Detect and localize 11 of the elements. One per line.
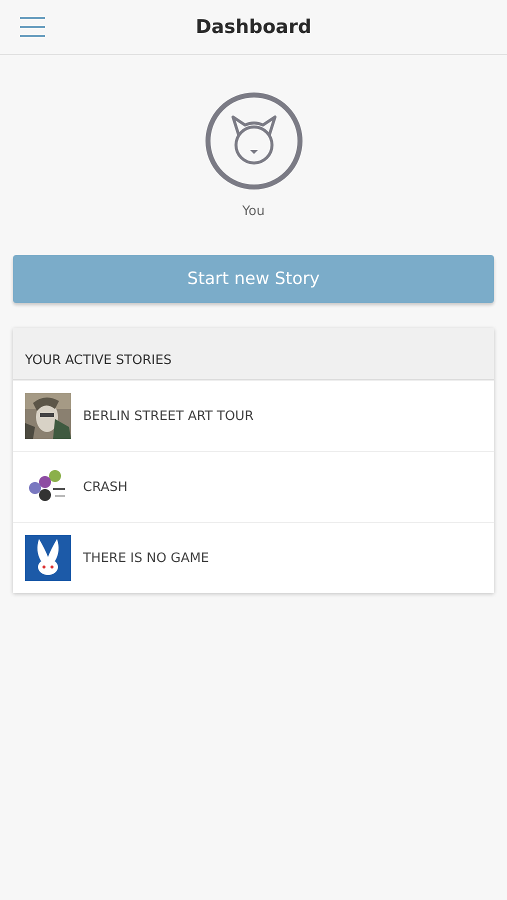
rabbit-logo-icon	[25, 535, 71, 581]
menu-icon[interactable]	[20, 16, 45, 38]
story-title: THERE IS NO GAME	[83, 550, 210, 566]
story-item[interactable]: BERLIN STREET ART TOUR	[13, 380, 494, 451]
section-title: YOUR ACTIVE STORIES	[25, 353, 172, 368]
story-title: BERLIN STREET ART TOUR	[83, 408, 254, 424]
story-item[interactable]: CRASH	[13, 451, 494, 522]
story-item[interactable]: THERE IS NO GAME	[13, 522, 494, 593]
story-title: CRASH	[83, 480, 128, 494]
profile-name: You	[242, 204, 265, 219]
screen-title: Dashboard	[196, 16, 312, 38]
